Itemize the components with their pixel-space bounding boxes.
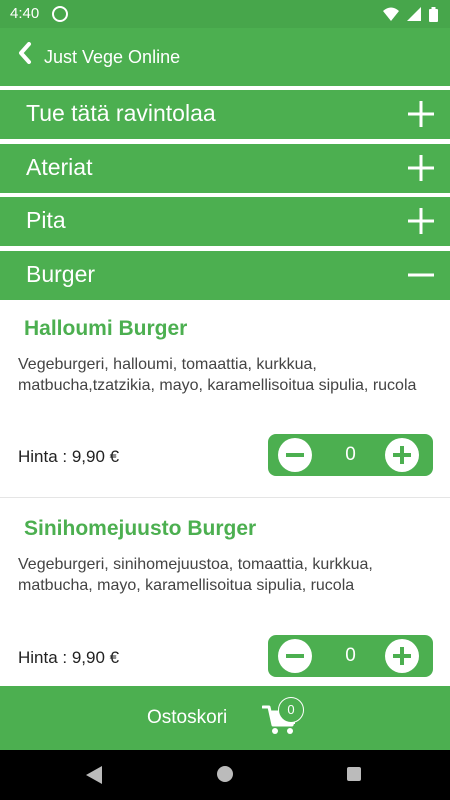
- chevron-left-icon: [19, 42, 31, 64]
- status-bar: 4:40: [0, 0, 450, 28]
- at-sign-icon: [52, 6, 68, 22]
- quantity-stepper: 0: [268, 635, 433, 677]
- section-ateriat[interactable]: Ateriat: [0, 144, 450, 193]
- item-description: Vegeburgeri, sinihomejuustoa, tomaattia,…: [18, 556, 373, 594]
- status-time: 4:40: [10, 5, 40, 22]
- battery-icon: [429, 6, 438, 22]
- menu-item: Halloumi Burger Vegeburgeri, halloumi, t…: [0, 300, 450, 497]
- plus-icon[interactable]: [408, 201, 434, 241]
- app-bar: Just Vege Online: [0, 28, 450, 86]
- plus-button[interactable]: [385, 438, 419, 472]
- quantity-value: 0: [345, 444, 356, 465]
- section-pita[interactable]: Pita: [0, 197, 450, 246]
- section-label: Ateriat: [26, 154, 93, 180]
- page-title: Just Vege Online: [44, 47, 181, 67]
- plus-button[interactable]: [385, 639, 419, 673]
- system-nav-bar: [0, 750, 450, 800]
- signal-icon: [407, 7, 421, 21]
- menu-item: Sinihomejuusto Burger Vegeburgeri, sinih…: [0, 498, 450, 686]
- cart-label: Ostoskori: [147, 707, 228, 728]
- wifi-icon: [383, 7, 399, 21]
- item-name: Sinihomejuusto Burger: [24, 517, 257, 540]
- section-label: Tue tätä ravintolaa: [26, 100, 216, 126]
- nav-back-icon[interactable]: [86, 766, 102, 784]
- quantity-stepper: 0: [268, 434, 433, 476]
- cart-button[interactable]: Ostoskori 0: [0, 686, 450, 750]
- cart-count-badge: 0: [278, 697, 304, 723]
- item-name: Halloumi Burger: [24, 317, 188, 340]
- item-description: Vegeburgeri, halloumi, tomaattia, kurkku…: [18, 356, 417, 394]
- quantity-value: 0: [345, 645, 356, 666]
- section-burger[interactable]: Burger: [0, 251, 450, 300]
- minus-button[interactable]: [278, 438, 312, 472]
- section-label: Pita: [26, 207, 66, 233]
- back-button[interactable]: [18, 42, 32, 70]
- minus-button[interactable]: [278, 639, 312, 673]
- nav-recents-icon[interactable]: [347, 767, 361, 781]
- section-label: Burger: [26, 261, 96, 287]
- plus-icon[interactable]: [408, 94, 434, 134]
- status-icons: [383, 5, 438, 23]
- minus-icon[interactable]: [408, 255, 434, 295]
- item-price: Hinta : 9,90 €: [18, 648, 120, 667]
- nav-home-icon[interactable]: [217, 766, 233, 782]
- section-support[interactable]: Tue tätä ravintolaa: [0, 90, 450, 139]
- plus-icon[interactable]: [408, 148, 434, 188]
- item-price: Hinta : 9,90 €: [18, 447, 120, 466]
